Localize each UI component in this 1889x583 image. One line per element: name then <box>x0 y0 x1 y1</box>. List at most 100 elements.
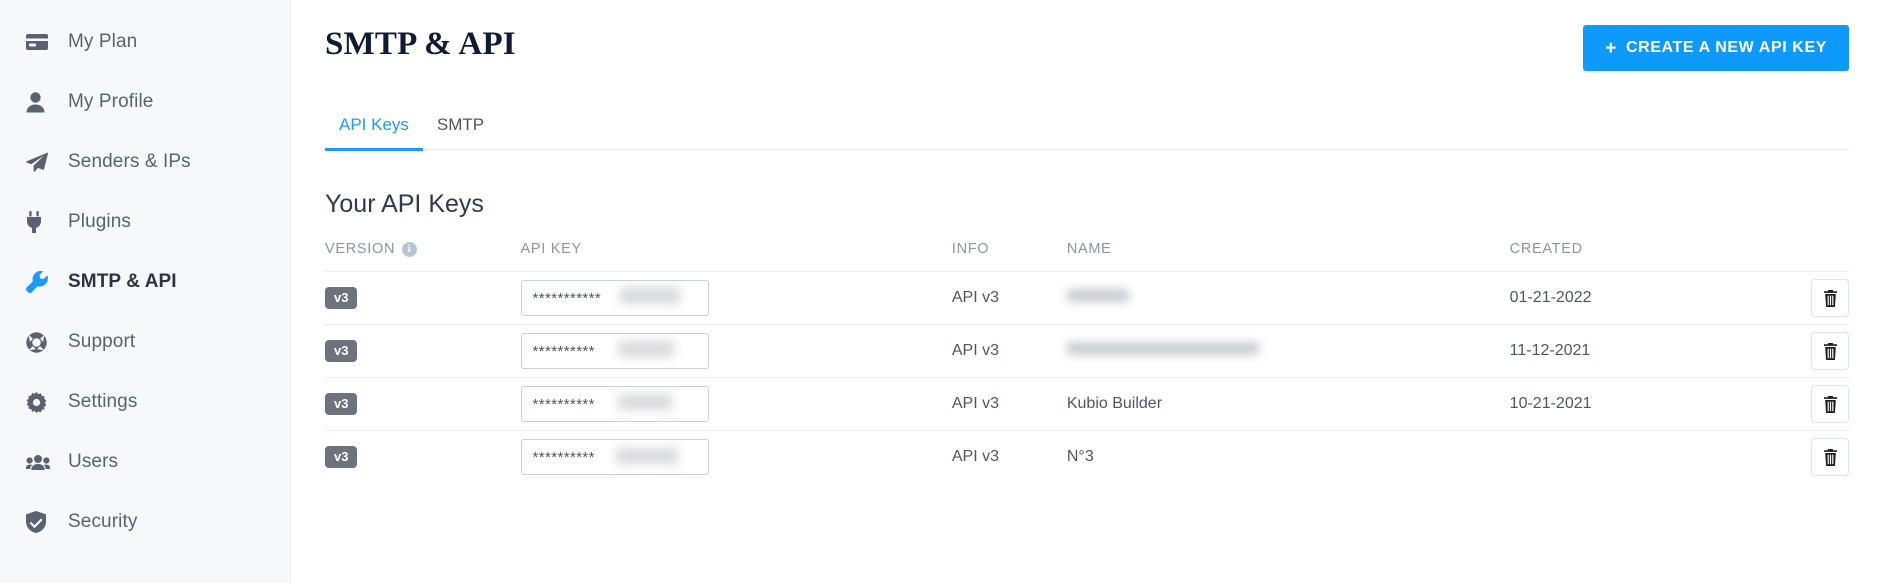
sidebar-item-my-profile[interactable]: My Profile <box>0 72 290 132</box>
cell-action <box>1756 430 1849 484</box>
delete-key-button[interactable] <box>1811 385 1849 423</box>
cell-version: v3 <box>325 271 521 325</box>
create-new-api-key-button[interactable]: + CREATE A NEW API KEY <box>1583 25 1849 71</box>
cell-action <box>1756 324 1849 378</box>
version-badge: v3 <box>325 393 358 415</box>
trash-icon <box>1823 448 1838 466</box>
lifebuoy-icon <box>26 331 56 353</box>
shield-check-icon <box>26 511 56 533</box>
cell-name <box>1066 271 1510 325</box>
column-header-api-key: API KEY <box>520 241 582 257</box>
sidebar-item-label: Users <box>68 451 119 472</box>
cell-info: API v3 <box>951 430 1067 484</box>
api-keys-table: VERSION i API KEY INFO NAME CREATED v3 *… <box>325 241 1849 484</box>
cell-api-key: ********** <box>520 430 952 484</box>
api-key-masked-value: ********** <box>532 395 595 413</box>
sidebar-item-security[interactable]: Security <box>0 492 290 552</box>
sidebar-item-label: Security <box>68 511 138 532</box>
plug-icon <box>26 211 56 233</box>
sidebar-item-label: Plugins <box>68 211 132 232</box>
table-header: VERSION i API KEY INFO NAME CREATED <box>325 241 1849 272</box>
column-header-version-label: VERSION <box>325 241 396 257</box>
api-key-input[interactable]: ********** <box>520 386 709 422</box>
page-header: SMTP & API + CREATE A NEW API KEY <box>325 0 1849 71</box>
delete-key-button[interactable] <box>1811 279 1849 317</box>
api-key-input[interactable]: ********** <box>520 333 709 369</box>
cell-version: v3 <box>325 324 521 378</box>
sidebar-item-plugins[interactable]: Plugins <box>0 192 290 252</box>
table-row: v3 ********** API v3 Kubio Builder 10-21… <box>325 377 1849 431</box>
table-row: v3 ********** API v3 N°3 <box>325 430 1849 484</box>
column-header-name: NAME <box>1066 241 1112 257</box>
sidebar-item-label: Support <box>68 331 136 352</box>
app-root: My Plan My Profile Senders & IPs Plugins… <box>0 0 1889 583</box>
column-header-version: VERSION i <box>325 241 521 272</box>
cell-version: v3 <box>325 377 521 431</box>
sidebar-item-smtp-api[interactable]: SMTP & API <box>0 252 290 312</box>
sidebar: My Plan My Profile Senders & IPs Plugins… <box>0 0 291 583</box>
sidebar-item-label: Senders & IPs <box>68 151 191 172</box>
version-badge: v3 <box>325 446 358 469</box>
page-title: SMTP & API <box>325 26 516 62</box>
column-header-action <box>1757 241 1849 272</box>
sidebar-item-label: My Plan <box>68 31 138 52</box>
section-title: Your API Keys <box>325 190 484 218</box>
cell-api-key: ********** <box>520 377 952 431</box>
cell-api-key: *********** <box>520 271 952 325</box>
sidebar-item-label: My Profile <box>68 91 154 112</box>
api-key-masked-value: *********** <box>532 289 602 307</box>
cell-name: N°3 <box>1066 430 1510 484</box>
sidebar-item-label: SMTP & API <box>68 271 177 292</box>
cell-info: API v3 <box>951 324 1067 378</box>
users-icon <box>26 451 56 473</box>
credit-card-icon <box>26 31 56 53</box>
tab-smtp[interactable]: SMTP <box>423 115 498 149</box>
cell-created: 01-21-2022 <box>1509 271 1757 325</box>
table-row: v3 *********** API v3 01-21-2022 <box>325 271 1849 325</box>
sidebar-item-my-plan[interactable]: My Plan <box>0 12 290 72</box>
trash-icon <box>1823 289 1838 307</box>
version-badge: v3 <box>325 340 358 362</box>
column-header-created: CREATED <box>1509 241 1583 257</box>
version-badge: v3 <box>325 287 358 309</box>
cell-info: API v3 <box>951 271 1067 325</box>
redacted-overlay <box>615 448 678 465</box>
paper-plane-icon <box>26 151 56 173</box>
sidebar-item-senders-ips[interactable]: Senders & IPs <box>0 132 290 192</box>
plus-icon: + <box>1605 37 1617 59</box>
create-button-label: CREATE A NEW API KEY <box>1625 39 1827 56</box>
redacted-overlay <box>619 287 680 304</box>
sidebar-item-settings[interactable]: Settings <box>0 372 290 432</box>
table-body: v3 *********** API v3 01-21-2022 v3 ****… <box>325 271 1849 484</box>
redacted-overlay <box>617 341 674 357</box>
trash-icon <box>1823 395 1838 413</box>
tab-api-keys[interactable]: API Keys <box>325 115 423 151</box>
redacted-name <box>1066 289 1129 302</box>
user-icon <box>26 91 56 113</box>
cell-created <box>1509 430 1757 484</box>
gear-icon <box>26 391 56 413</box>
api-key-input[interactable]: ********** <box>520 439 709 476</box>
cell-info: API v3 <box>951 377 1067 431</box>
redacted-name <box>1066 342 1259 355</box>
wrench-icon <box>26 271 56 293</box>
info-icon[interactable]: i <box>402 241 418 257</box>
tab-bar: API Keys SMTP <box>325 115 1849 151</box>
cell-name: Kubio Builder <box>1066 377 1510 431</box>
delete-key-button[interactable] <box>1811 332 1849 370</box>
cell-action <box>1756 271 1849 325</box>
trash-icon <box>1823 342 1838 360</box>
api-key-input[interactable]: *********** <box>520 280 709 316</box>
cell-created: 10-21-2021 <box>1509 377 1757 431</box>
delete-key-button[interactable] <box>1811 438 1849 477</box>
api-key-masked-value: ********** <box>532 448 595 466</box>
sidebar-item-label: Settings <box>68 391 138 412</box>
table-row: v3 ********** API v3 11-12-2021 <box>325 324 1849 378</box>
api-key-masked-value: ********** <box>532 342 595 360</box>
sidebar-item-users[interactable]: Users <box>0 432 290 492</box>
table-header-row: VERSION i API KEY INFO NAME CREATED <box>325 241 1849 272</box>
cell-action <box>1756 377 1849 431</box>
main-content: SMTP & API + CREATE A NEW API KEY API Ke… <box>291 0 1889 583</box>
redacted-overlay <box>617 394 672 410</box>
sidebar-item-support[interactable]: Support <box>0 312 290 372</box>
